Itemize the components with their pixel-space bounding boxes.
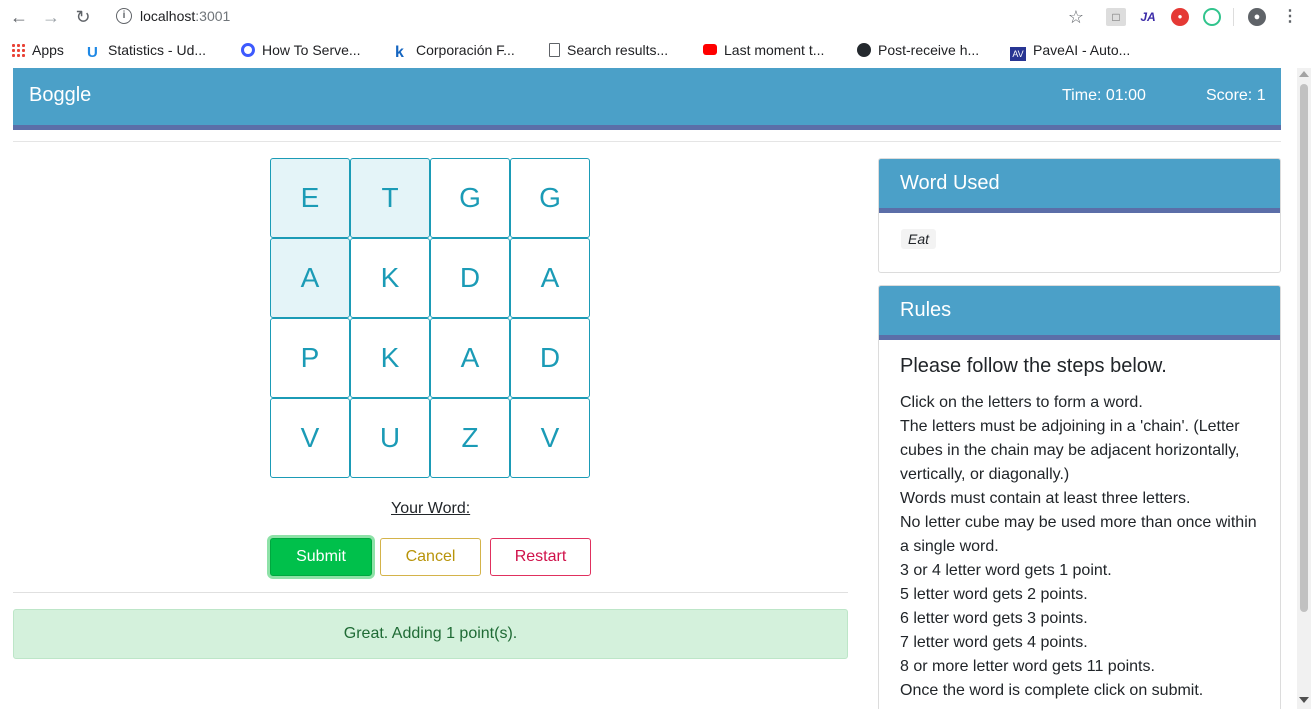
reload-icon[interactable]: ↻ [73,7,93,27]
extension-ja-icon[interactable]: JA [1138,8,1158,26]
letter-tile[interactable]: E [270,158,350,238]
letter-tile[interactable]: Z [430,398,510,478]
bookmark-label: Apps [32,42,64,58]
site-info-icon[interactable]: i [116,8,132,24]
bookmark-statistics[interactable]: U Statistics - Ud... [87,41,207,61]
boggle-board: ETGGAKDAPKADVUZV [270,158,591,479]
rule-item: 5 letter word gets 2 points. [900,586,1088,603]
back-icon[interactable]: ← [9,7,29,27]
divider [13,592,848,593]
page-content: Boggle Time: 01:00 Score: 1 ETGGAKDAPKAD… [0,68,1297,709]
letter-tile[interactable]: U [350,398,430,478]
rule-item: 7 letter word gets 4 points. [900,634,1088,651]
letter-tile[interactable]: A [270,238,350,318]
letter-tile[interactable]: A [430,318,510,398]
letter-tile[interactable]: K [350,318,430,398]
letter-tile[interactable]: V [270,398,350,478]
letter-tile[interactable]: G [510,158,590,238]
browser-toolbar: ← → ↻ i localhost:3001 ☆ □ JA ● ● ⋮ [0,0,1311,34]
apps-grid-icon [11,43,25,57]
cancel-button[interactable]: Cancel [380,538,481,576]
bookmark-label: Post-receive h... [878,42,980,58]
divider [13,141,1281,142]
bookmark-label: Statistics - Ud... [108,42,207,58]
timer-display: Time: 01:00 [1062,87,1146,104]
rule-item: The letters must be adjoining in a 'chai… [900,418,1240,483]
bookmark-paveai[interactable]: AV PaveAI - Auto... [1010,41,1131,61]
words-used-title: Word Used [879,159,1280,213]
k-icon: k [395,44,404,61]
bookmark-corporacion[interactable]: k Corporación F... [395,41,515,61]
scroll-up-arrow-icon[interactable] [1299,71,1309,77]
bookmark-label: Last moment t... [724,42,825,58]
brand-title[interactable]: Boggle [29,84,91,107]
forward-icon[interactable]: → [41,7,61,27]
letter-tile[interactable]: V [510,398,590,478]
rules-title: Rules [879,286,1280,340]
letter-tile[interactable]: A [510,238,590,318]
url-host: localhost [140,8,196,24]
rules-subtitle: Please follow the steps below. [900,355,1167,377]
restart-button[interactable]: Restart [490,538,591,576]
letter-tile[interactable]: D [510,318,590,398]
rule-item: Click on the letters to form a word. [900,394,1143,411]
extension-translate-icon[interactable]: □ [1106,8,1126,26]
udemy-icon: U [87,44,98,61]
bookmark-post-receive[interactable]: Post-receive h... [857,41,979,59]
rules-card: Rules Please follow the steps below. Cli… [878,285,1281,709]
document-icon [549,43,560,57]
used-word-chip: Eat [901,229,937,249]
rule-item: No letter cube may be used more than onc… [900,514,1257,555]
rule-item: 6 letter word gets 3 points. [900,610,1088,627]
bookmark-label: How To Serve... [262,42,361,58]
bookmark-search-results[interactable]: Search results... [549,41,668,59]
rule-item: 3 or 4 letter word gets 1 point. [900,562,1112,579]
address-bar[interactable]: localhost:3001 [140,8,230,24]
bookmark-label: Search results... [567,42,669,58]
words-used-card: Word Used Eat [878,158,1281,273]
url-port: :3001 [195,8,231,24]
bookmarks-bar: Apps U Statistics - Ud... How To Serve...… [0,34,1311,66]
github-icon [857,43,871,57]
letter-tile[interactable]: K [350,238,430,318]
paveai-icon: AV [1010,47,1026,61]
youtube-icon [703,44,717,55]
letter-tile[interactable]: T [350,158,430,238]
rule-item: Words must contain at least three letter… [900,490,1191,507]
app-navbar: Boggle Time: 01:00 Score: 1 [13,68,1281,130]
letter-tile[interactable]: D [430,238,510,318]
bookmark-label: Corporación F... [416,42,515,58]
score-display: Score: 1 [1206,87,1266,104]
scroll-down-arrow-icon[interactable] [1299,697,1309,703]
digitalocean-icon [241,43,255,57]
your-word-label: Your Word: [391,500,471,517]
star-icon[interactable]: ☆ [1066,8,1086,26]
extension-red-icon[interactable]: ● [1171,8,1189,26]
toolbar-divider [1233,8,1234,26]
success-alert: Great. Adding 1 point(s). [13,609,848,659]
bookmark-last-moment[interactable]: Last moment t... [703,41,824,59]
rules-list: Click on the letters to form a word. The … [900,391,1266,703]
rule-item: Once the word is complete click on submi… [900,682,1204,699]
bookmark-apps[interactable]: Apps [11,41,64,59]
menu-icon[interactable]: ⋮ [1282,8,1298,26]
rule-item: 8 or more letter word gets 11 points. [900,658,1155,675]
letter-tile[interactable]: G [430,158,510,238]
submit-button[interactable]: Submit [270,538,372,576]
bookmark-label: PaveAI - Auto... [1033,42,1131,58]
bookmark-how-to-serve[interactable]: How To Serve... [241,41,361,59]
letter-tile[interactable]: P [270,318,350,398]
extension-green-icon[interactable] [1203,8,1221,26]
scrollbar-thumb[interactable] [1300,84,1308,612]
profile-icon[interactable]: ● [1248,8,1266,26]
